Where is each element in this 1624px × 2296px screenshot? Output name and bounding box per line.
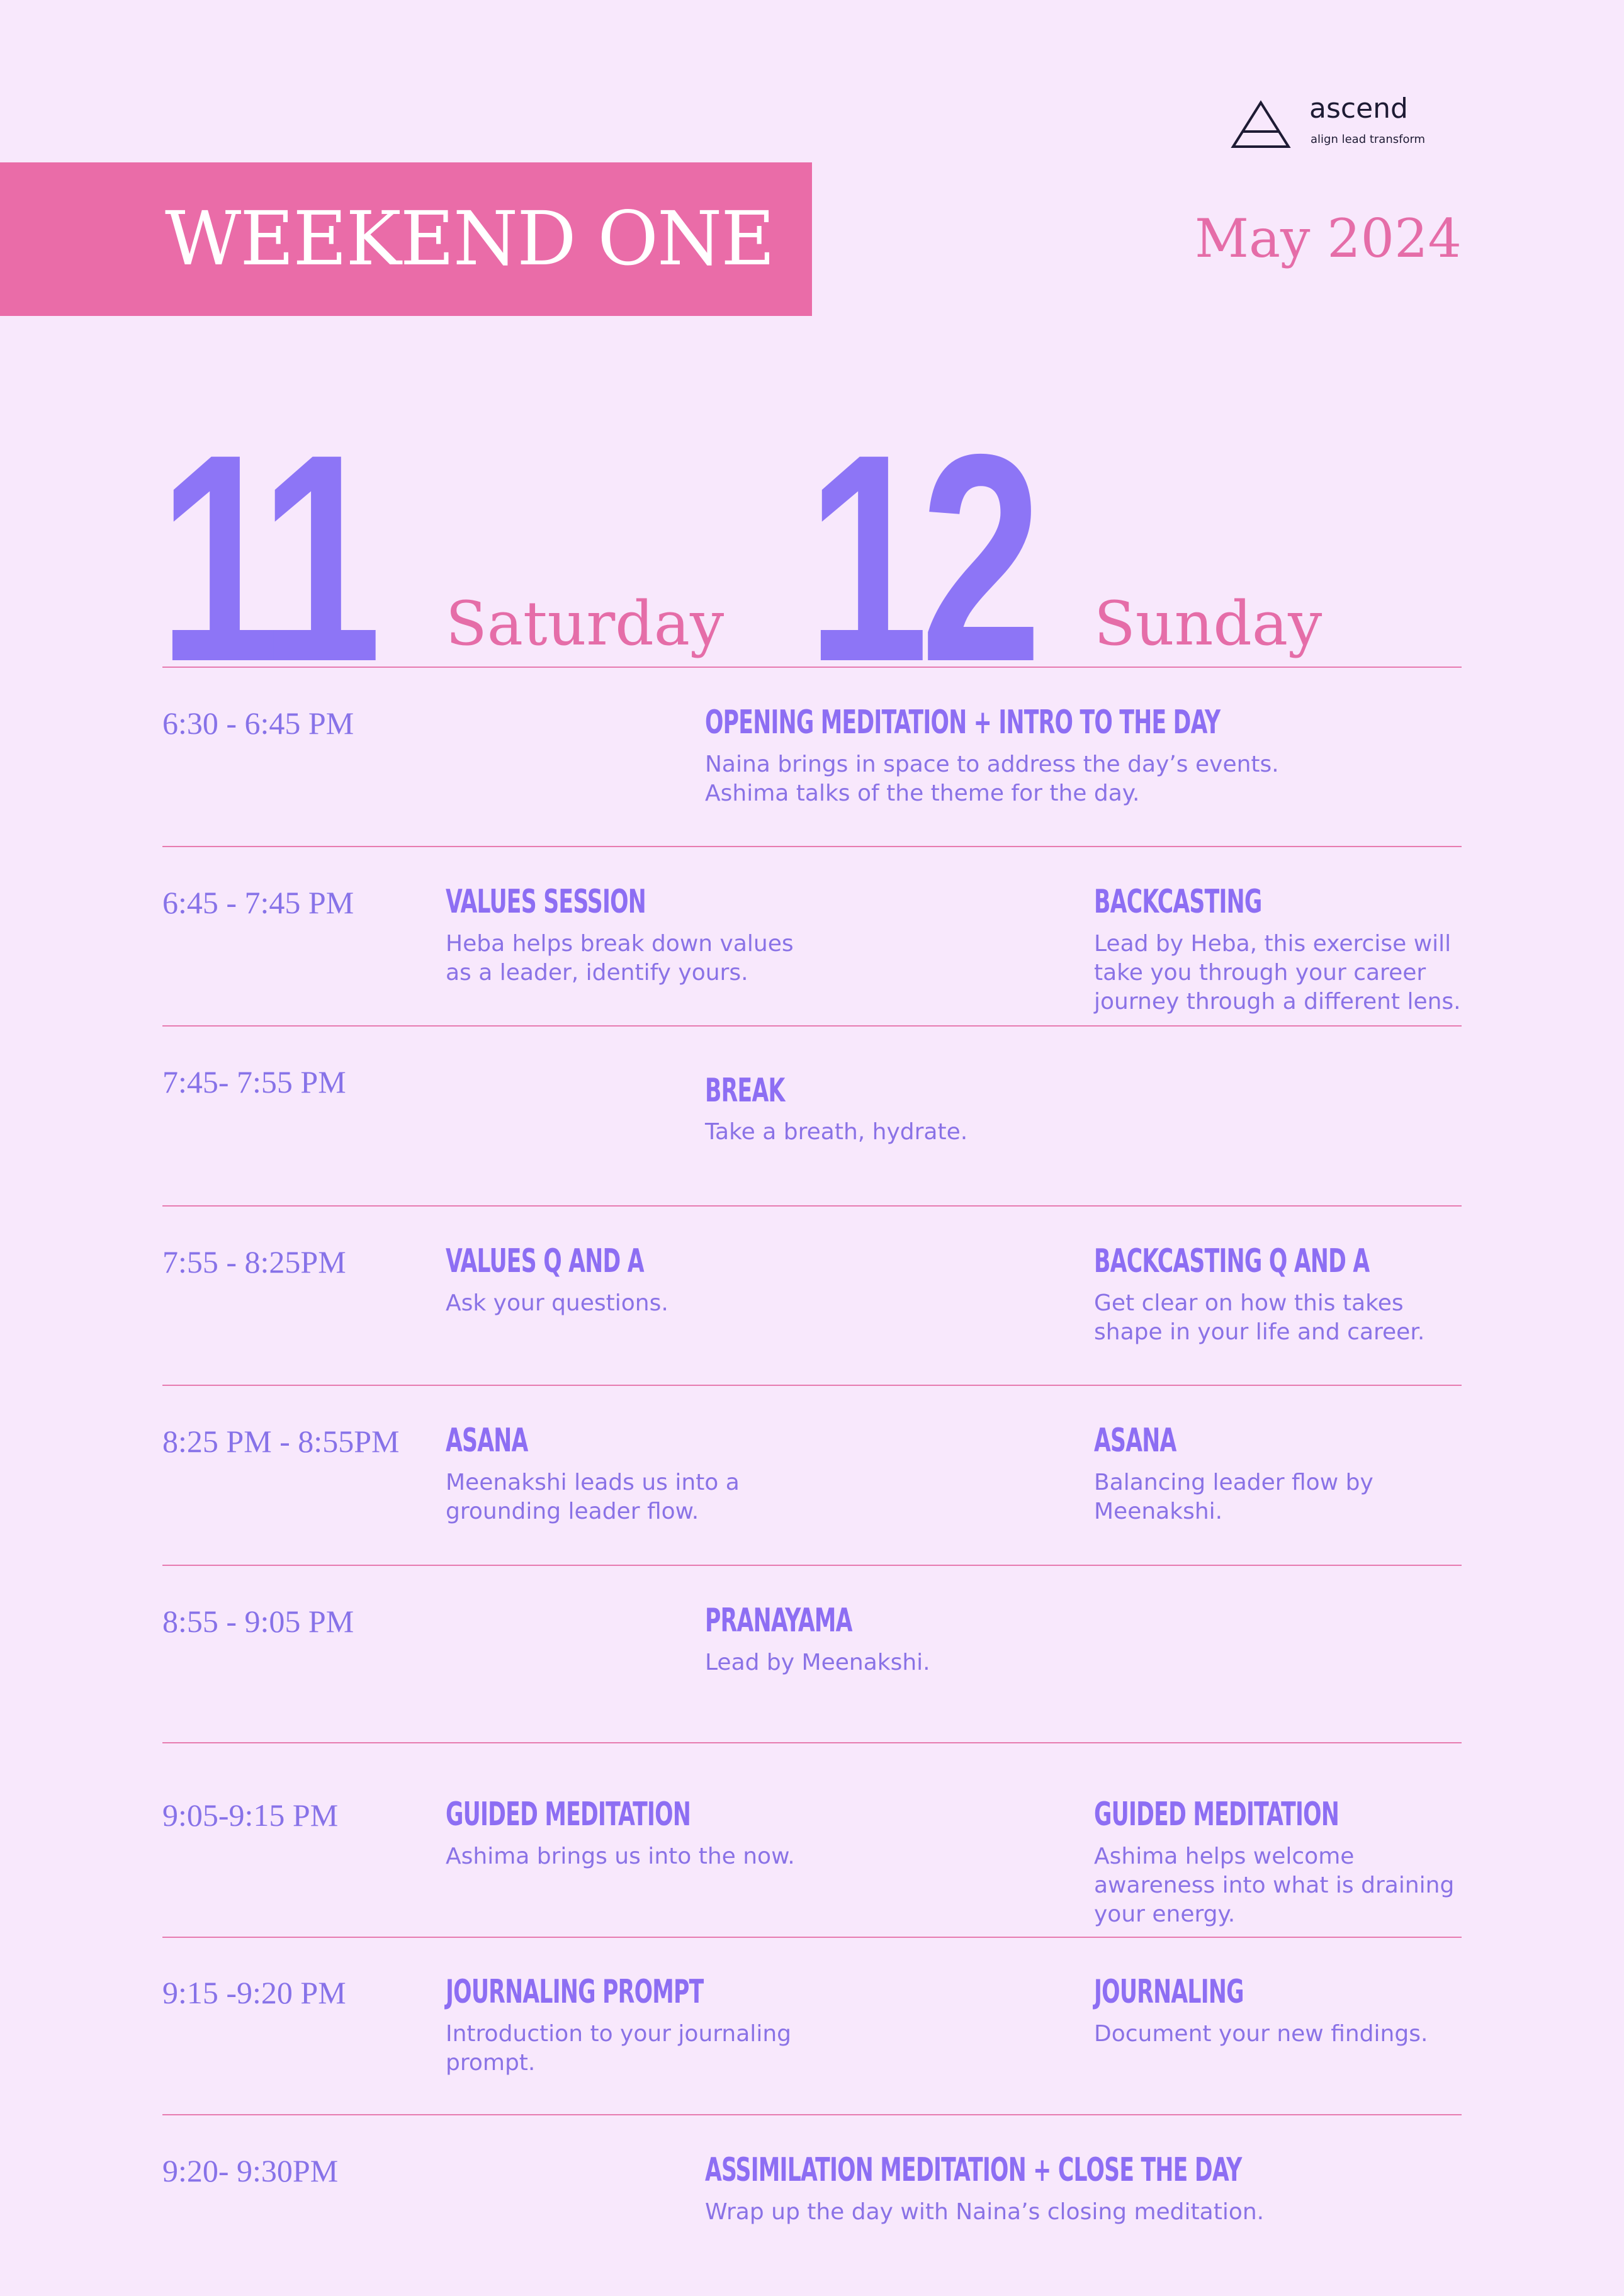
day-number-sunday: 12 — [807, 393, 1042, 723]
time-slot: 8:25 PM - 8:55PM — [162, 1424, 400, 1459]
event-title: BREAK — [705, 1072, 785, 1110]
time-slot: 9:20- 9:30PM — [162, 2153, 339, 2188]
time-slot: 6:30 - 6:45 PM — [162, 706, 354, 741]
event-title-saturday: JOURNALING PROMPT — [446, 1973, 704, 2011]
time-slot: 8:55 - 9:05 PM — [162, 1604, 354, 1639]
event-description-saturday: Ask your questions. — [446, 1290, 668, 1316]
event-description-sunday: Get clear on how this takes shape in you… — [1094, 1290, 1425, 1345]
time-slot: 7:55 - 8:25PM — [162, 1244, 346, 1280]
event-title-sunday: ASANA — [1094, 1422, 1176, 1460]
event-title-sunday: GUIDED MEDITATION — [1094, 1796, 1339, 1833]
event-title-saturday: GUIDED MEDITATION — [446, 1796, 691, 1833]
event-description-sunday: Ashima helps welcome awareness into what… — [1094, 1843, 1455, 1927]
event-title-saturday: VALUES Q AND A — [446, 1242, 645, 1280]
event-title-sunday: BACKCASTING — [1094, 883, 1262, 921]
divider — [162, 2114, 1462, 2115]
event-description: Naina brings in space to address the day… — [705, 751, 1279, 806]
divider — [162, 1565, 1462, 1566]
divider — [162, 1742, 1462, 1743]
header-band: WEEKEND ONE — [0, 162, 812, 316]
divider — [162, 1025, 1462, 1027]
time-slot: 6:45 - 7:45 PM — [162, 885, 354, 920]
divider — [162, 1937, 1462, 1938]
event-title: ASSIMILATION MEDITATION + CLOSE THE DAY — [705, 2151, 1242, 2189]
event-description: Lead by Meenakshi. — [705, 1650, 930, 1675]
day-name-saturday: Saturday — [446, 588, 725, 659]
alchemy-triangle-icon — [1231, 100, 1291, 148]
event-description-sunday: Balancing leader flow by Meenakshi. — [1094, 1470, 1373, 1524]
day-number-saturday: 11 — [159, 393, 381, 723]
brand-name: ascend — [1309, 93, 1408, 125]
brand-tagline: align lead transform — [1311, 133, 1426, 146]
event-description-sunday: Document your new findings. — [1094, 2021, 1428, 2047]
event-title-sunday: JOURNALING — [1094, 1973, 1244, 2011]
event-description-saturday: Heba helps break down values as a leader… — [446, 931, 794, 986]
event-title-saturday: VALUES SESSION — [446, 883, 646, 921]
time-slot: 9:15 -9:20 PM — [162, 1975, 346, 2010]
divider — [162, 1205, 1462, 1207]
event-description: Wrap up the day with Naina’s closing med… — [705, 2199, 1265, 2225]
time-slot: 7:45- 7:55 PM — [162, 1064, 346, 1100]
event-description-saturday: Meenakshi leads us into a grounding lead… — [446, 1470, 740, 1524]
month-label: May 2024 — [1194, 208, 1462, 269]
time-slot: 9:05-9:15 PM — [162, 1798, 339, 1833]
event-title-saturday: ASANA — [446, 1422, 528, 1460]
divider — [162, 846, 1462, 847]
divider — [162, 1385, 1462, 1386]
divider — [162, 667, 1462, 668]
brand-logo: ascend align lead transform — [1231, 93, 1438, 154]
event-description-saturday: Introduction to your journaling prompt. — [446, 2021, 791, 2076]
event-description-saturday: Ashima brings us into the now. — [446, 1843, 795, 1869]
event-description: Take a breath, hydrate. — [705, 1119, 968, 1145]
event-title: PRANAYAMA — [705, 1602, 852, 1640]
event-description-sunday: Lead by Heba, this exercise will take yo… — [1094, 931, 1461, 1015]
event-title-sunday: BACKCASTING Q AND A — [1094, 1242, 1370, 1280]
event-title: OPENING MEDITATION + INTRO TO THE DAY — [705, 704, 1221, 741]
page-title: WEEKEND ONE — [165, 195, 775, 282]
day-name-sunday: Sunday — [1094, 588, 1322, 659]
